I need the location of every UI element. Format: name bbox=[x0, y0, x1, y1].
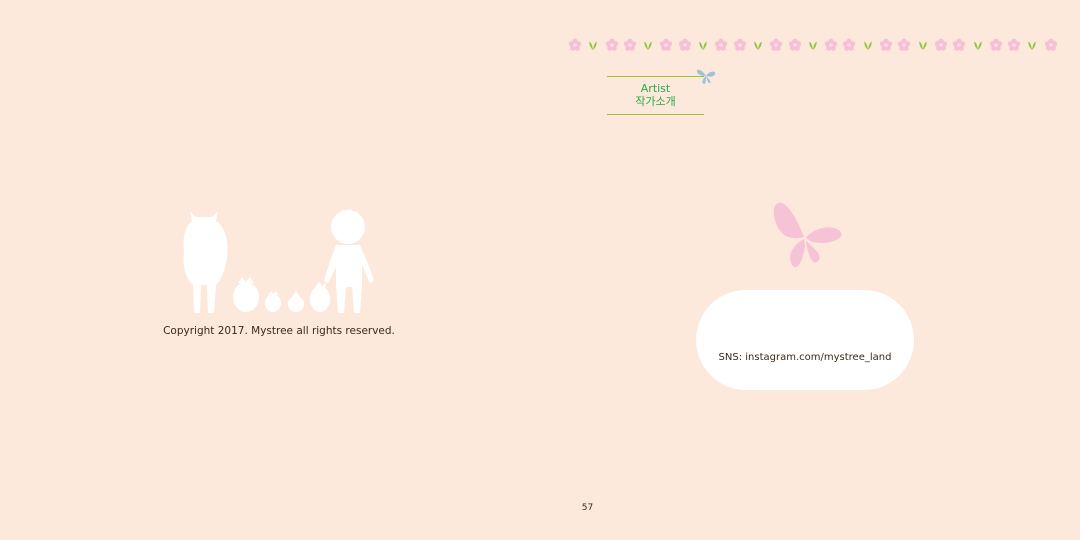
artist-heading: Artist 작가소개 bbox=[607, 76, 704, 115]
flower-icon bbox=[989, 38, 1003, 52]
flower-icon bbox=[623, 38, 637, 52]
heading-korean: 작가소개 bbox=[635, 95, 676, 108]
butterfly-icon bbox=[773, 202, 842, 268]
sprout-icon bbox=[861, 38, 875, 52]
character-silhouettes bbox=[183, 209, 374, 313]
sns-text: SNS: instagram.com/mystree_land bbox=[718, 352, 892, 363]
flower-icon bbox=[879, 38, 893, 52]
flower-icon bbox=[678, 38, 692, 52]
sprout-icon bbox=[1025, 38, 1039, 52]
flower-icon bbox=[769, 38, 783, 52]
info-pill bbox=[696, 290, 914, 390]
flower-icon bbox=[659, 38, 673, 52]
book-spread: Artist 작가소개 SNS: instagram.com/mystree_l… bbox=[0, 0, 1080, 540]
flower-icon bbox=[788, 38, 802, 52]
flower-icon bbox=[1007, 38, 1021, 52]
sprout-icon bbox=[971, 38, 985, 52]
flower-icon bbox=[733, 38, 747, 52]
sprout-icon bbox=[751, 38, 765, 52]
sprout-icon bbox=[916, 38, 930, 52]
flower-icon bbox=[824, 38, 838, 52]
flower-icon bbox=[842, 38, 856, 52]
page-number: 57 bbox=[581, 503, 594, 513]
flower-icon bbox=[714, 38, 728, 52]
flower-icon bbox=[568, 38, 582, 52]
decorative-border bbox=[568, 36, 1058, 54]
copyright-text: Copyright 2017. Mystree all rights reser… bbox=[163, 325, 395, 337]
flower-icon bbox=[897, 38, 911, 52]
flower-icon bbox=[605, 38, 619, 52]
sprout-icon bbox=[586, 38, 600, 52]
sprout-icon bbox=[696, 38, 710, 52]
heading-english: Artist bbox=[640, 82, 671, 95]
sprout-icon bbox=[641, 38, 655, 52]
sprout-icon bbox=[806, 38, 820, 52]
flower-icon bbox=[1044, 38, 1058, 52]
flower-icon bbox=[934, 38, 948, 52]
flower-icon bbox=[952, 38, 966, 52]
